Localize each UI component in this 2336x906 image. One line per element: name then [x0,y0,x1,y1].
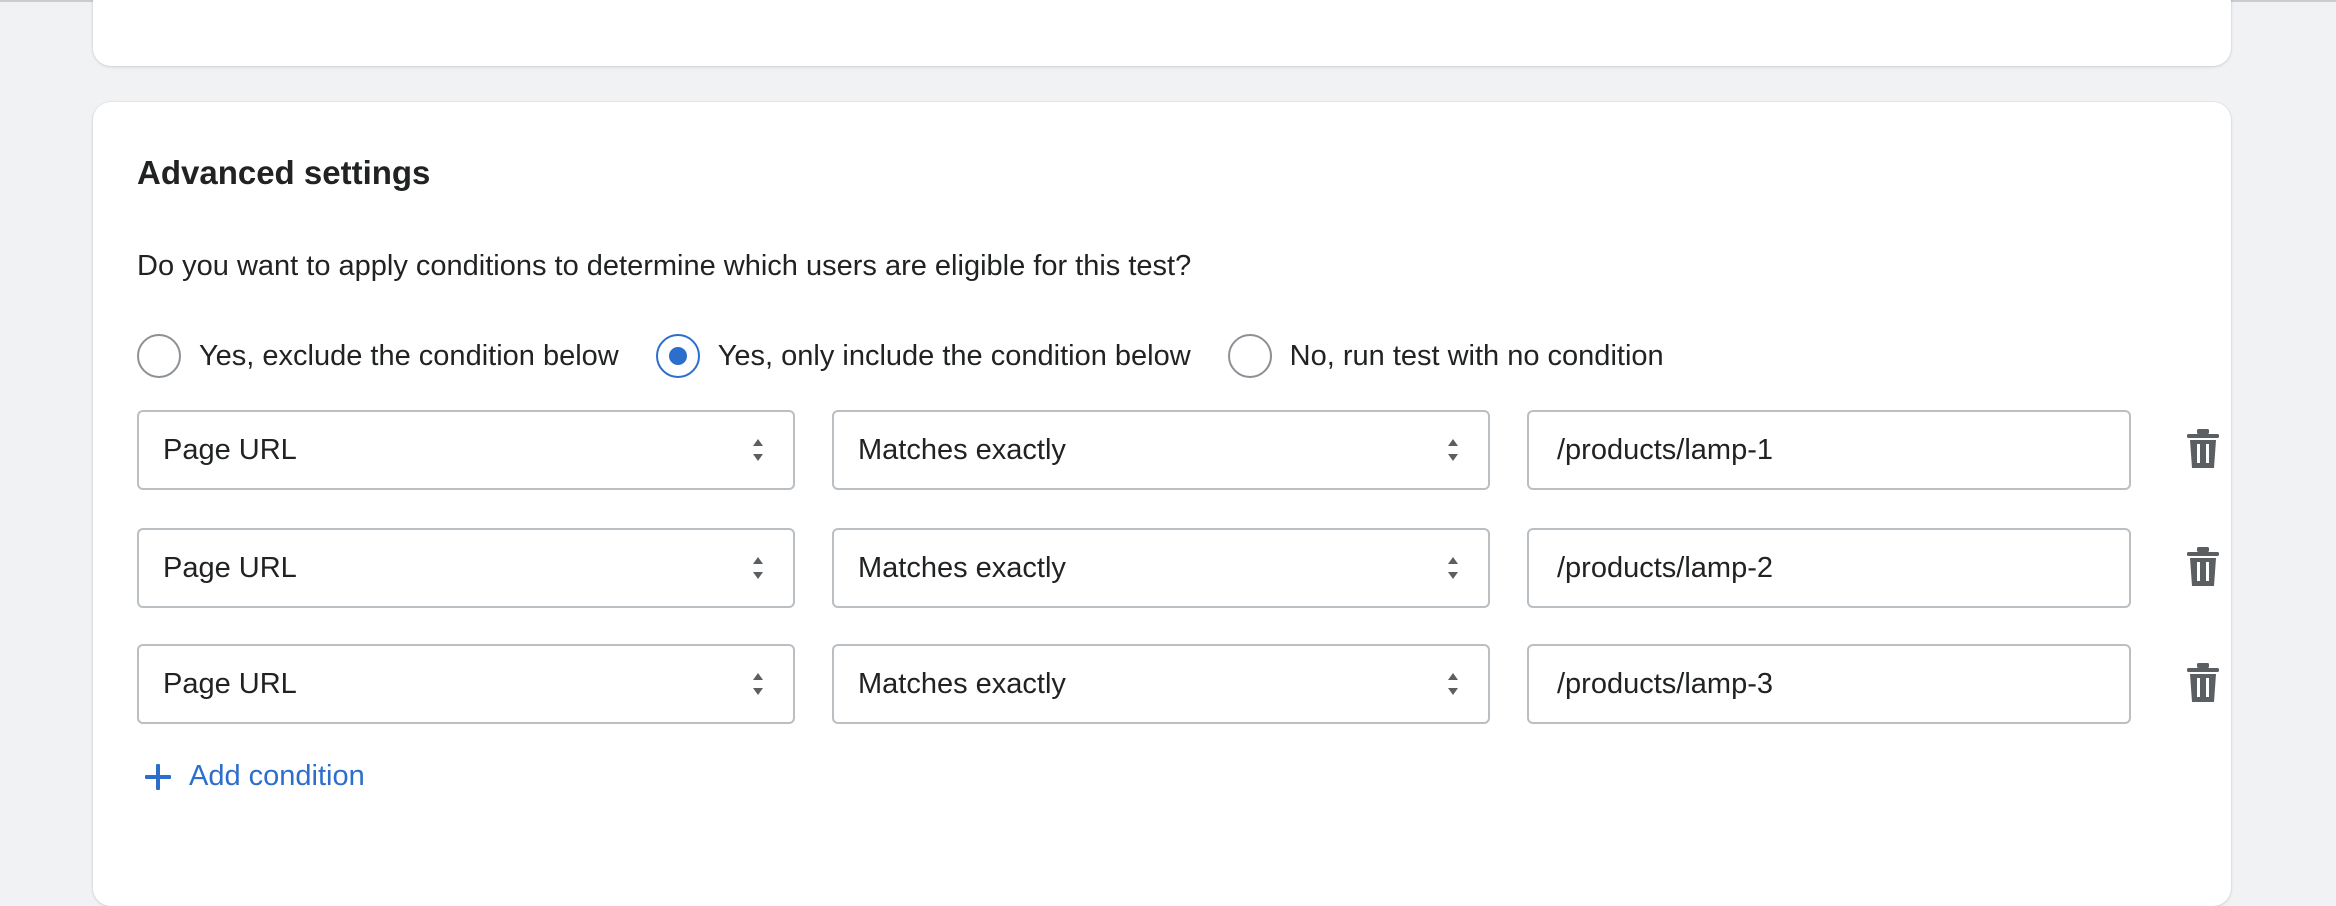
section-title: Advanced settings [137,154,431,191]
operator-select-value: Matches exactly [858,667,1066,700]
radio-option-exclude[interactable]: Yes, exclude the condition below [137,334,619,378]
value-input-text: /products/lamp-1 [1557,433,1773,466]
add-condition-label: Add condition [189,760,365,792]
operator-select-value: Matches exactly [858,551,1066,584]
condition-mode-radio-group: Yes, exclude the condition below Yes, on… [137,334,1701,378]
operator-select-value: Matches exactly [858,433,1066,466]
operator-select[interactable]: Matches exactly [832,528,1490,608]
trash-icon[interactable] [2185,546,2221,588]
radio-option-no-condition[interactable]: No, run test with no condition [1227,334,1664,378]
field-select[interactable]: Page URL [137,644,795,724]
value-input-text: /products/lamp-2 [1557,551,1773,584]
trash-icon[interactable] [2185,428,2221,470]
radio-button-include[interactable] [655,334,700,378]
radio-label-no-condition: No, run test with no condition [1289,339,1664,372]
operator-select[interactable]: Matches exactly [832,410,1490,490]
field-select-value: Page URL [163,551,297,584]
field-select[interactable]: Page URL [137,410,795,490]
value-input[interactable]: /products/lamp-3 [1527,644,2131,724]
value-input[interactable]: /products/lamp-2 [1527,528,2131,608]
select-caret-icon [1448,557,1458,579]
field-select[interactable]: Page URL [137,528,795,608]
select-caret-icon [753,557,763,579]
field-select-value: Page URL [163,667,297,700]
add-condition-button[interactable]: Add condition [143,760,365,793]
condition-row: Page URL Matches exactly /products/lamp-… [137,644,2219,724]
advanced-settings-card: Advanced settings Do you want to apply c… [93,102,2231,906]
value-input-text: /products/lamp-3 [1557,667,1773,700]
radio-label-include: Yes, only include the condition below [717,339,1191,372]
condition-row: Page URL Matches exactly /products/lamp-… [137,410,2219,490]
conditions-question: Do you want to apply conditions to deter… [137,250,1192,282]
radio-label-exclude: Yes, exclude the condition below [199,339,619,372]
condition-row: Page URL Matches exactly /products/lamp-… [137,528,2219,608]
radio-button-exclude[interactable] [137,334,181,378]
select-caret-icon [1448,673,1458,695]
plus-icon [145,763,171,790]
radio-button-no-condition[interactable] [1227,334,1272,378]
operator-select[interactable]: Matches exactly [832,644,1490,724]
trash-icon[interactable] [2185,662,2221,704]
select-caret-icon [753,439,763,461]
field-select-value: Page URL [163,433,297,466]
previous-settings-card [93,0,2231,66]
select-caret-icon [753,673,763,695]
value-input[interactable]: /products/lamp-1 [1527,410,2131,490]
radio-option-include[interactable]: Yes, only include the condition below [655,334,1191,378]
select-caret-icon [1448,439,1458,461]
